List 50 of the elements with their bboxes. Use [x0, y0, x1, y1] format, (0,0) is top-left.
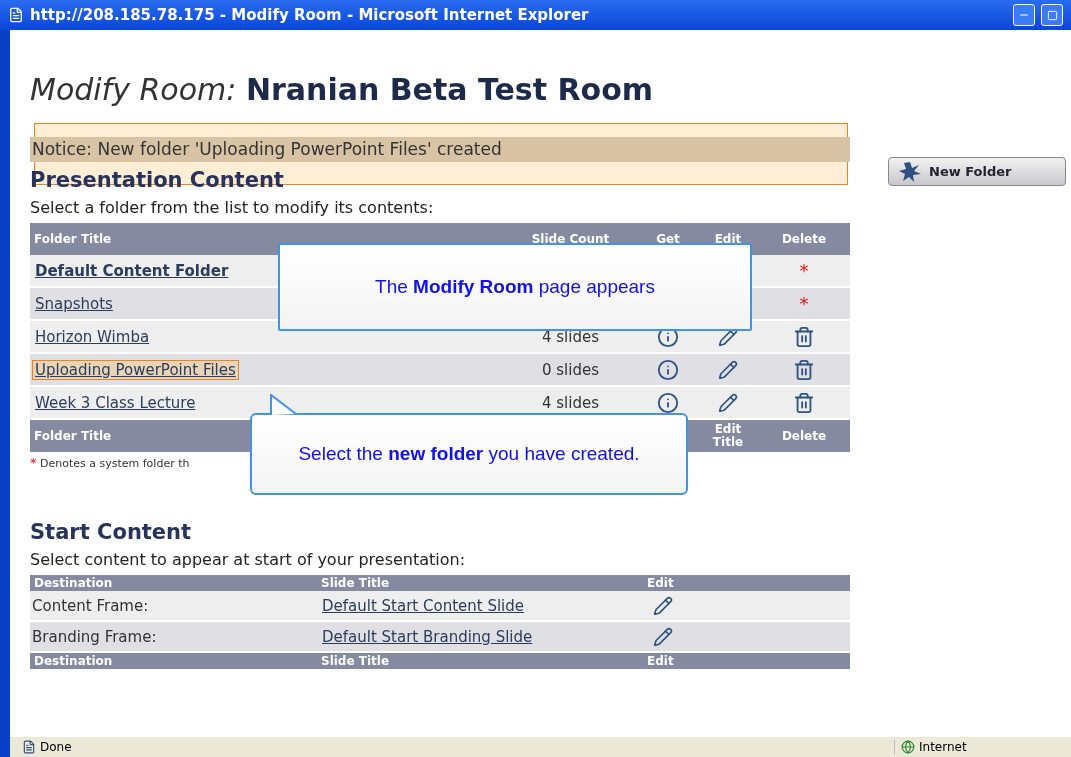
zone-label: Internet — [919, 740, 967, 754]
minimize-button[interactable] — [1013, 4, 1035, 26]
window-title: http://208.185.78.175 - Modify Room - Microsoft Internet Explorer — [30, 6, 590, 24]
trash-icon[interactable] — [793, 325, 815, 348]
slide-link[interactable]: Default Start Content Slide — [319, 595, 528, 616]
status-text: Done — [40, 740, 73, 754]
instruction-text: Select a folder from the list to modify its contents: — [30, 198, 435, 217]
pencil-icon[interactable] — [718, 359, 738, 380]
footnote: * Denotes a system folder th — [30, 455, 190, 470]
trash-icon[interactable] — [793, 358, 815, 381]
column-header: Delete — [758, 420, 850, 452]
column-header: Edit Title — [698, 420, 758, 452]
folder-link[interactable]: Snapshots — [32, 293, 116, 314]
slide-count: 4 slides — [542, 393, 599, 412]
new-folder-button[interactable]: New Folder — [888, 157, 1066, 186]
folder-link[interactable]: Week 3 Class Lecture — [32, 392, 199, 413]
browser-icon — [8, 7, 24, 23]
trash-icon[interactable] — [793, 391, 815, 414]
notice-message: Notice: New folder 'Uploading PowerPoint Files' created — [30, 137, 850, 162]
column-header: Destination — [30, 575, 317, 591]
page-title: Nranian Beta Test Room — [245, 72, 654, 107]
pencil-icon[interactable] — [653, 626, 673, 647]
pencil-icon[interactable] — [718, 392, 738, 413]
info-icon[interactable] — [657, 391, 679, 414]
destination-label: Content Frame: — [32, 596, 149, 615]
folder-link[interactable]: Default Content Folder — [32, 260, 232, 281]
column-header: Slide Title — [317, 653, 643, 669]
folder-link[interactable]: Horizon Wimba — [32, 326, 153, 347]
info-icon[interactable] — [657, 358, 679, 381]
callout-text: The Modify Room page appears — [375, 276, 655, 298]
globe-icon — [901, 740, 915, 754]
section-heading: Start Content — [30, 520, 193, 544]
column-header: Destination — [30, 653, 317, 669]
destination-label: Branding Frame: — [32, 627, 157, 646]
slide-count: 0 slides — [542, 360, 599, 379]
column-header: Edit — [643, 575, 850, 591]
page-title-prefix: Modify Room: — [30, 72, 237, 107]
column-header: Slide Title — [317, 575, 643, 591]
instruction-text: Select content to appear at start of your presentation: — [30, 550, 467, 569]
system-folder-mark: * — [799, 260, 809, 281]
maximize-button[interactable] — [1041, 4, 1063, 26]
page-icon — [22, 740, 36, 754]
system-folder-mark: * — [799, 293, 809, 314]
column-header: Edit — [643, 653, 850, 669]
folder-link[interactable]: Uploading PowerPoint Files — [32, 359, 239, 380]
maximize-icon — [1046, 9, 1058, 21]
slide-link[interactable]: Default Start Branding Slide — [319, 626, 536, 647]
pencil-icon[interactable] — [653, 595, 673, 616]
column-header: Delete — [758, 223, 850, 255]
folder-burst-icon — [899, 161, 921, 182]
